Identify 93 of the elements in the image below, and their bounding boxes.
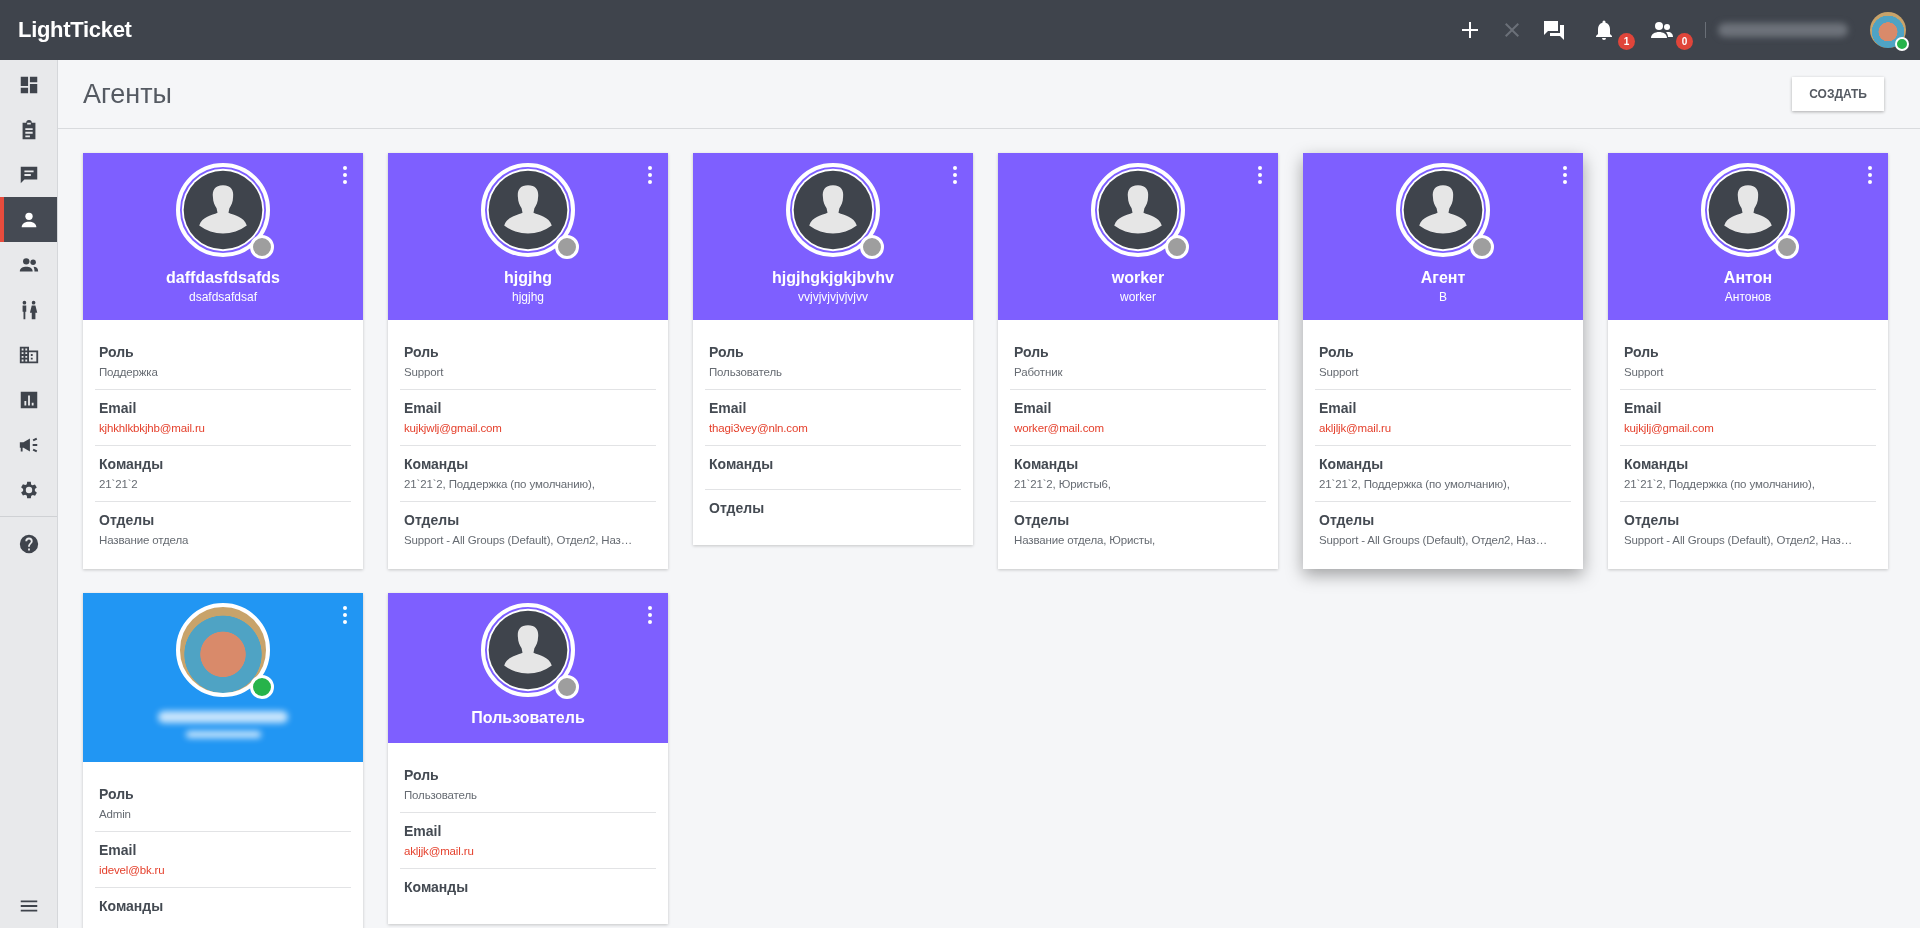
field-label: Email xyxy=(1014,400,1053,416)
email-link[interactable]: worker@mail.com xyxy=(1014,422,1262,434)
field-value: Support - All Groups (Default), Отдел2, Наз… xyxy=(1319,534,1549,546)
field-label: Роль xyxy=(404,344,440,360)
avatar-photo-placeholder[interactable] xyxy=(1870,12,1906,48)
agent-login: dsafdsafdsaf xyxy=(188,290,257,304)
field-label: Email xyxy=(99,400,138,416)
field-label: Роль xyxy=(99,344,135,360)
more-vert-icon[interactable] xyxy=(951,165,959,185)
agent-name: hjgjhg xyxy=(504,269,552,287)
agent-name: hjgjhgkjgkjbvhv xyxy=(772,269,894,287)
field-label: Роль xyxy=(1319,344,1355,360)
agent-name: Антон xyxy=(1723,269,1773,287)
agent-login: hjgjhg xyxy=(512,290,544,304)
avatar-silhouette-icon xyxy=(481,163,575,257)
field-value: 21`21`2, Поддержка (по умолчанию), xyxy=(1319,478,1511,490)
field-label: Команды xyxy=(99,898,165,914)
email-link[interactable]: thagi3vey@nln.com xyxy=(709,422,957,434)
field-value: Support xyxy=(1624,366,1665,378)
page-title: Агенты xyxy=(83,78,172,110)
field-label: Email xyxy=(1624,400,1663,416)
field-label: Роль xyxy=(404,767,440,783)
avatar-silhouette-icon xyxy=(481,603,575,697)
count-badge: 0 xyxy=(1676,33,1693,50)
more-vert-icon[interactable] xyxy=(646,165,654,185)
field-value: 21`21`2, Поддержка (по умолчанию), xyxy=(404,478,596,490)
field-value: 21`21`2 xyxy=(99,478,139,490)
field-label: Команды xyxy=(1014,456,1080,472)
field-value: Пользователь xyxy=(404,789,478,801)
count-badge: 1 xyxy=(1618,33,1635,50)
field-label: Роль xyxy=(99,786,135,802)
help-icon xyxy=(17,532,40,555)
more-vert-icon[interactable] xyxy=(646,605,654,625)
more-vert-icon[interactable] xyxy=(1866,165,1874,185)
agent-login: В xyxy=(1439,290,1447,304)
field-value: Support xyxy=(1319,366,1360,378)
field-label: Email xyxy=(404,400,443,416)
field-label: Команды xyxy=(1624,456,1690,472)
email-link[interactable]: akljjk@mail.ru xyxy=(404,845,652,857)
field-label: Команды xyxy=(709,456,775,472)
app-logo[interactable]: LightTicket xyxy=(18,17,132,43)
field-label: Команды xyxy=(99,456,165,472)
field-label: Отделы xyxy=(1319,512,1376,528)
email-link[interactable]: idevel@bk.ru xyxy=(99,864,347,876)
agent-login: Антонов xyxy=(1724,290,1772,304)
agent-login: vvjvjvjvjvjvjvv xyxy=(798,290,868,304)
email-link[interactable]: kujkjwlj@gmail.com xyxy=(404,422,652,434)
chat-icon[interactable] xyxy=(1542,18,1566,42)
field-label: Email xyxy=(404,823,443,839)
field-label: Команды xyxy=(404,879,470,895)
field-label: Отделы xyxy=(404,512,461,528)
more-vert-icon[interactable] xyxy=(341,605,349,625)
field-label: Email xyxy=(1319,400,1358,416)
sidebar-item[interactable] xyxy=(0,197,57,242)
field-label: Отделы xyxy=(1624,512,1681,528)
field-label: Отделы xyxy=(1014,512,1071,528)
avatar-silhouette-icon xyxy=(1396,163,1490,257)
avatar-silhouette-icon xyxy=(1701,163,1795,257)
field-label: Email xyxy=(709,400,748,416)
field-value: Support xyxy=(404,366,445,378)
field-value: Работник xyxy=(1014,366,1064,378)
field-label: Email xyxy=(99,842,138,858)
more-vert-icon[interactable] xyxy=(1256,165,1264,185)
field-label: Отделы xyxy=(99,512,156,528)
more-vert-icon[interactable] xyxy=(341,165,349,185)
email-link[interactable]: akljljk@mail.ru xyxy=(1319,422,1567,434)
email-link[interactable]: kujkjlj@gmail.com xyxy=(1624,422,1872,434)
field-value: Поддержка xyxy=(99,366,159,378)
field-label: Роль xyxy=(1014,344,1050,360)
avatar-silhouette-icon xyxy=(786,163,880,257)
agent-login: worker xyxy=(1120,290,1156,304)
field-value: Support - All Groups (Default), Отдел2, Наз… xyxy=(1624,534,1854,546)
field-label: Роль xyxy=(1624,344,1660,360)
agent-name: Пользователь xyxy=(471,709,585,727)
agent-name: Агент xyxy=(1420,269,1466,287)
more-vert-icon[interactable] xyxy=(1561,165,1569,185)
field-value: Название отдела, Юристы, xyxy=(1014,534,1157,546)
field-value: Support - All Groups (Default), Отдел2, Наз… xyxy=(404,534,634,546)
avatar-silhouette-icon xyxy=(176,163,270,257)
avatar-silhouette-icon xyxy=(1091,163,1185,257)
field-value: Admin xyxy=(99,808,132,820)
field-label: Команды xyxy=(404,456,470,472)
agent-name: daffdasfdsafds xyxy=(166,269,280,287)
field-value: 21`21`2, Поддержка (по умолчанию), xyxy=(1624,478,1816,490)
field-label: Отделы xyxy=(709,500,766,516)
create-button[interactable]: СОЗДАТЬ xyxy=(1792,77,1884,111)
field-value: Название отдела xyxy=(99,534,190,546)
email-link[interactable]: kjhkhlkbkjhb@mail.ru xyxy=(99,422,347,434)
field-label: Роль xyxy=(709,344,745,360)
agent-name: worker xyxy=(1111,269,1165,287)
field-value: Пользователь xyxy=(709,366,783,378)
field-value: 21`21`2, Юристы6, xyxy=(1014,478,1112,490)
field-label: Команды xyxy=(1319,456,1385,472)
